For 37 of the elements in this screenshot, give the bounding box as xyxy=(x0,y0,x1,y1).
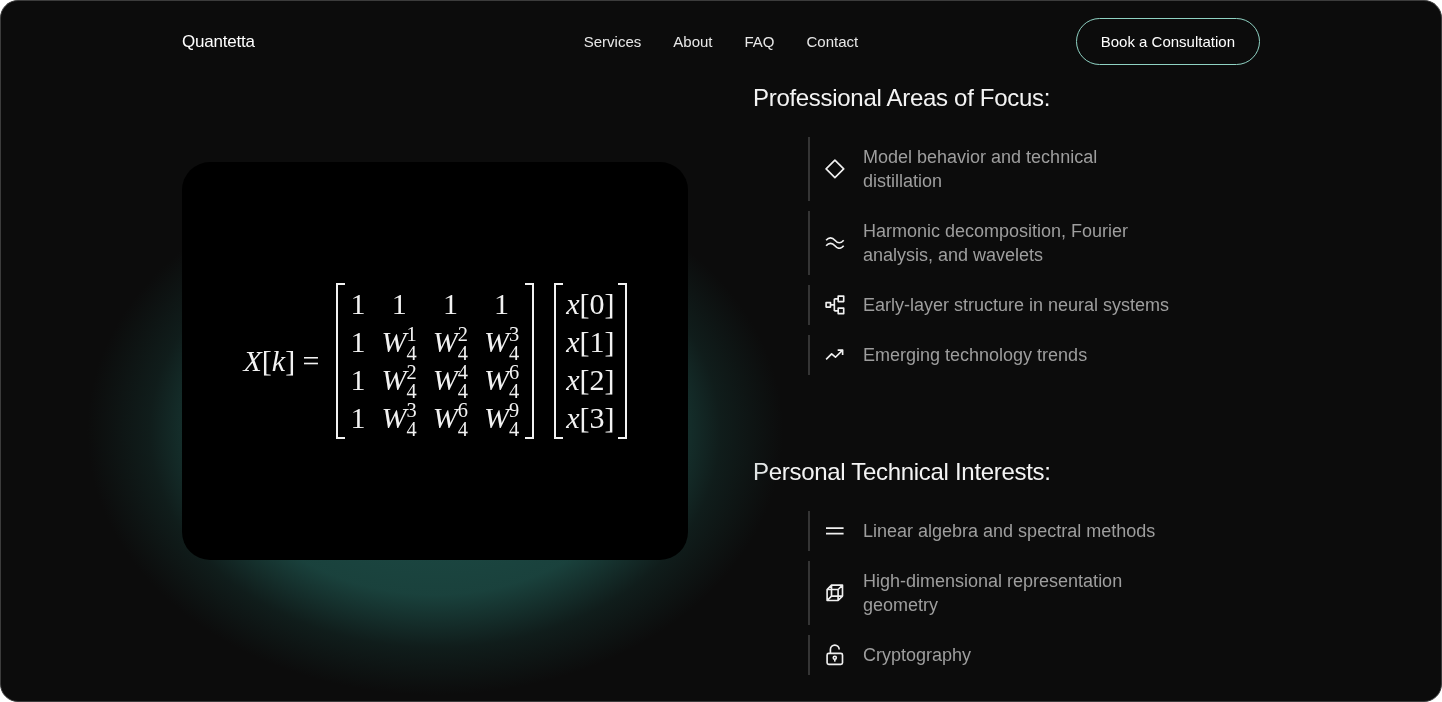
left-bracket-icon xyxy=(335,283,345,439)
approx-equal-icon xyxy=(825,236,845,250)
equals-icon xyxy=(826,527,844,535)
section-heading: Personal Technical Interests: xyxy=(753,458,1052,486)
left-bracket-icon xyxy=(554,283,564,439)
list-item-text: Harmonic decomposition, Fourier analysis, and wavelets xyxy=(863,220,1130,267)
matrix-entry: 1 xyxy=(350,362,366,398)
nav-link[interactable]: FAQ xyxy=(744,33,775,50)
list-item-text: Cryptography xyxy=(863,644,973,667)
list-item-text: Emerging technology trends xyxy=(863,344,1089,367)
matrix-entry: 1 xyxy=(390,286,408,322)
section-heading: Professional Areas of Focus: xyxy=(753,84,1052,112)
nav-link[interactable]: About xyxy=(673,33,713,50)
list-item-text: Model behavior and technical distillation xyxy=(863,146,1099,193)
list-item-text: Linear algebra and spectral methods xyxy=(863,520,1157,543)
nav-link[interactable]: Services xyxy=(583,33,642,50)
list-item-text: Early-layer structure in neural systems xyxy=(863,294,1171,317)
matrix-entry: 1 xyxy=(350,400,366,436)
vector-entry: x[3] xyxy=(566,400,615,436)
right-bracket-icon xyxy=(525,283,535,439)
node-diagram-icon xyxy=(825,295,845,315)
nav-link[interactable]: Contact xyxy=(806,33,859,50)
cube-icon xyxy=(826,584,844,602)
matrix-entry: 1 xyxy=(441,286,459,322)
matrix-entry: 1 xyxy=(493,286,511,322)
equation-lhs: X[k] = xyxy=(243,344,320,378)
open-padlock-icon xyxy=(826,644,844,666)
matrix-entry: 1 xyxy=(350,324,366,360)
vector-entry: x[1] xyxy=(566,324,615,360)
matrix-entry: 1 xyxy=(350,286,366,322)
diamond-icon xyxy=(825,159,845,179)
right-bracket-icon xyxy=(617,283,627,439)
vector-entry: x[0] xyxy=(566,286,615,322)
list-item-text: High-dimensional representation geometry xyxy=(863,570,1124,617)
vector-entry: x[2] xyxy=(566,362,615,398)
trend-up-icon xyxy=(825,348,845,362)
brand-logo[interactable]: Quantetta xyxy=(182,31,255,52)
